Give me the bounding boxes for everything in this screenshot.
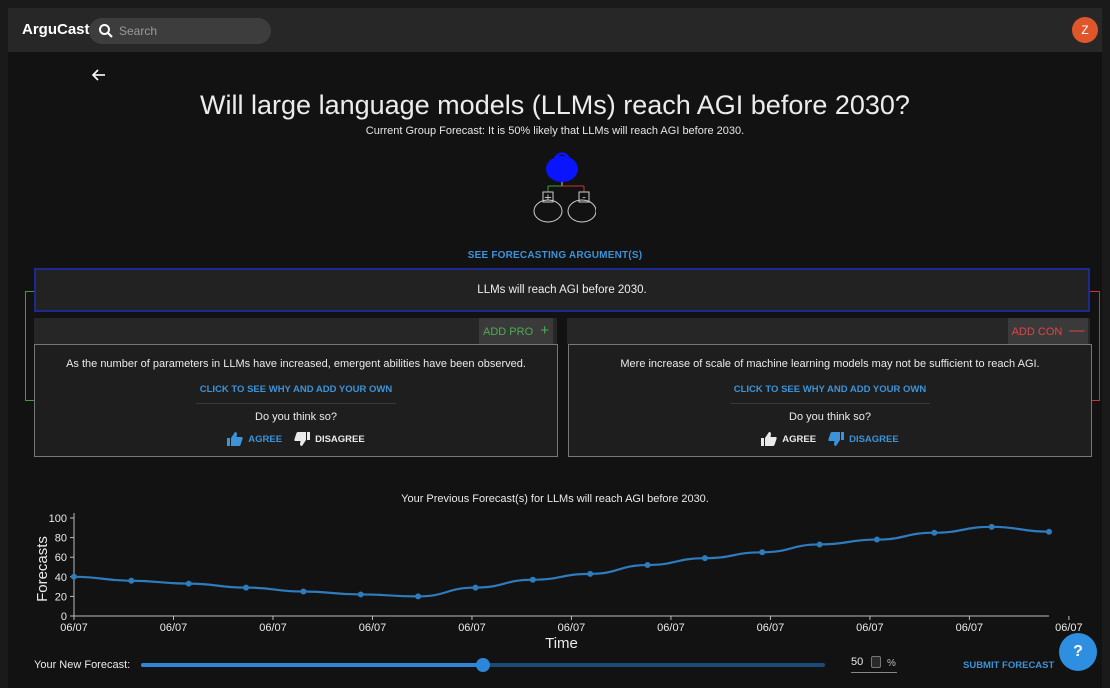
search-icon xyxy=(99,24,113,38)
forecast-slider[interactable] xyxy=(141,657,825,673)
x-tick-label: 06/07 xyxy=(359,622,387,634)
y-axis-label: Forecasts xyxy=(34,536,51,602)
tree-con-symbol: - xyxy=(582,193,586,204)
x-tick-label: 06/07 xyxy=(657,622,685,634)
forecast-point xyxy=(128,577,135,584)
add-con-button[interactable]: ADD CON — xyxy=(1008,318,1088,344)
forecast-point xyxy=(988,523,995,530)
pro-see-why-link[interactable]: CLICK TO SEE WHY AND ADD YOUR OWN xyxy=(35,384,557,395)
forecast-point xyxy=(931,529,938,536)
forecast-line xyxy=(73,525,1050,598)
con-disagree-button[interactable]: DISAGREE xyxy=(828,432,899,446)
forecast-history-chart: 02040608010006/07 06/07 06/07 06/07 06/07 06/… xyxy=(34,513,1083,652)
y-tick-label: 60 xyxy=(55,552,67,564)
forecast-point xyxy=(873,536,880,543)
divider xyxy=(730,403,930,404)
thumb-up-icon xyxy=(761,432,777,446)
y-tick-label: 20 xyxy=(55,591,67,603)
forecast-point xyxy=(587,570,594,577)
search-input[interactable]: Search xyxy=(89,18,271,44)
forecast-point xyxy=(816,541,823,548)
app-frame: ArguCast Search Z Will large language mo… xyxy=(8,8,1102,688)
x-axis-label: Time xyxy=(545,635,578,652)
forecast-point xyxy=(644,562,651,569)
forecast-point xyxy=(701,555,708,562)
minus-icon: — xyxy=(1069,322,1085,339)
pro-agree-label: AGREE xyxy=(248,433,283,445)
tree-pro-symbol: + xyxy=(544,193,552,204)
avatar[interactable]: Z xyxy=(1072,17,1098,43)
group-forecast-text: Current Group Forecast: It is 50% likely… xyxy=(365,125,745,137)
forecast-point xyxy=(185,580,192,587)
pro-vote-group: AGREE DISAGREE xyxy=(35,431,557,447)
add-con-label: ADD CON xyxy=(1011,326,1063,338)
app-bar: ArguCast Search Z xyxy=(8,8,1102,52)
main-claim-box[interactable]: LLMs will reach AGI before 2030. xyxy=(34,268,1090,312)
help-button[interactable]: ? xyxy=(1059,633,1097,671)
x-tick-label: 06/07 xyxy=(259,622,287,634)
con-agree-label: AGREE xyxy=(782,433,817,445)
pro-agree-button[interactable]: AGREE xyxy=(227,432,282,446)
pro-argument-text: As the number of parameters in LLMs have… xyxy=(66,358,526,370)
con-disagree-label: DISAGREE xyxy=(849,433,899,445)
con-vote-group: AGREE DISAGREE xyxy=(569,431,1091,447)
page-title: Will large language models (LLMs) reach … xyxy=(200,90,910,120)
y-tick-label: 100 xyxy=(49,513,67,525)
see-arguments-link[interactable]: SEE FORECASTING ARGUMENT(S) xyxy=(8,250,1102,261)
con-agree-button[interactable]: AGREE xyxy=(761,432,816,446)
forecast-value: 50 xyxy=(851,656,864,668)
con-question: Do you think so? xyxy=(789,411,871,423)
x-tick-label: 06/07 xyxy=(856,622,884,634)
pro-disagree-button[interactable]: DISAGREE xyxy=(294,432,365,446)
thumb-up-icon xyxy=(227,432,243,446)
forecast-point xyxy=(1046,528,1052,535)
forecast-point xyxy=(759,549,766,556)
divider xyxy=(196,403,396,404)
pro-question: Do you think so? xyxy=(255,411,337,423)
pro-disagree-label: DISAGREE xyxy=(315,433,365,445)
con-column-header: ADD CON — xyxy=(567,318,1090,344)
add-pro-button[interactable]: ADD PRO + xyxy=(479,318,553,344)
y-tick-label: 80 xyxy=(55,533,67,545)
pro-argument-card: As the number of parameters in LLMs have… xyxy=(34,344,558,457)
submit-forecast-button[interactable]: SUBMIT FORECAST xyxy=(963,660,1054,671)
x-tick-label: 06/07 xyxy=(956,622,984,634)
x-tick-label: 06/07 xyxy=(160,622,188,634)
thumb-down-icon xyxy=(828,432,845,446)
x-tick-label: 06/07 xyxy=(60,622,88,634)
x-tick-label: 06/07 xyxy=(757,622,785,634)
con-argument-card: Mere increase of scale of machine learni… xyxy=(568,344,1092,457)
con-argument-text: Mere increase of scale of machine learni… xyxy=(620,358,1040,370)
forecast-point xyxy=(71,573,77,580)
percent-unit: % xyxy=(887,658,896,669)
tree-root-node[interactable] xyxy=(546,156,578,182)
plus-icon: + xyxy=(540,322,549,339)
con-see-why-link[interactable]: CLICK TO SEE WHY AND ADD YOUR OWN xyxy=(569,384,1091,395)
pro-column-header: ADD PRO + xyxy=(34,318,557,344)
slider-thumb[interactable] xyxy=(476,658,490,672)
forecast-point xyxy=(357,591,364,598)
x-tick-label: 06/07 xyxy=(558,622,586,634)
forecast-point xyxy=(243,584,250,591)
thumb-down-icon xyxy=(294,432,311,446)
forecast-point xyxy=(472,584,479,591)
slider-fill xyxy=(141,663,483,667)
forecast-point xyxy=(529,576,536,583)
argument-tree-diagram[interactable]: + - xyxy=(526,145,596,225)
forecast-point xyxy=(300,588,307,595)
search-placeholder: Search xyxy=(119,24,158,38)
y-tick-label: 40 xyxy=(55,572,67,584)
stepper-icon[interactable] xyxy=(871,656,881,668)
new-forecast-label: Your New Forecast: xyxy=(34,659,131,671)
add-pro-label: ADD PRO xyxy=(483,326,534,338)
brand-logo[interactable]: ArguCast xyxy=(22,21,90,38)
forecast-point xyxy=(415,593,422,600)
back-arrow-icon[interactable] xyxy=(90,66,108,84)
forecast-value-input[interactable]: 50 % xyxy=(851,653,897,673)
x-tick-label: 06/07 xyxy=(458,622,486,634)
